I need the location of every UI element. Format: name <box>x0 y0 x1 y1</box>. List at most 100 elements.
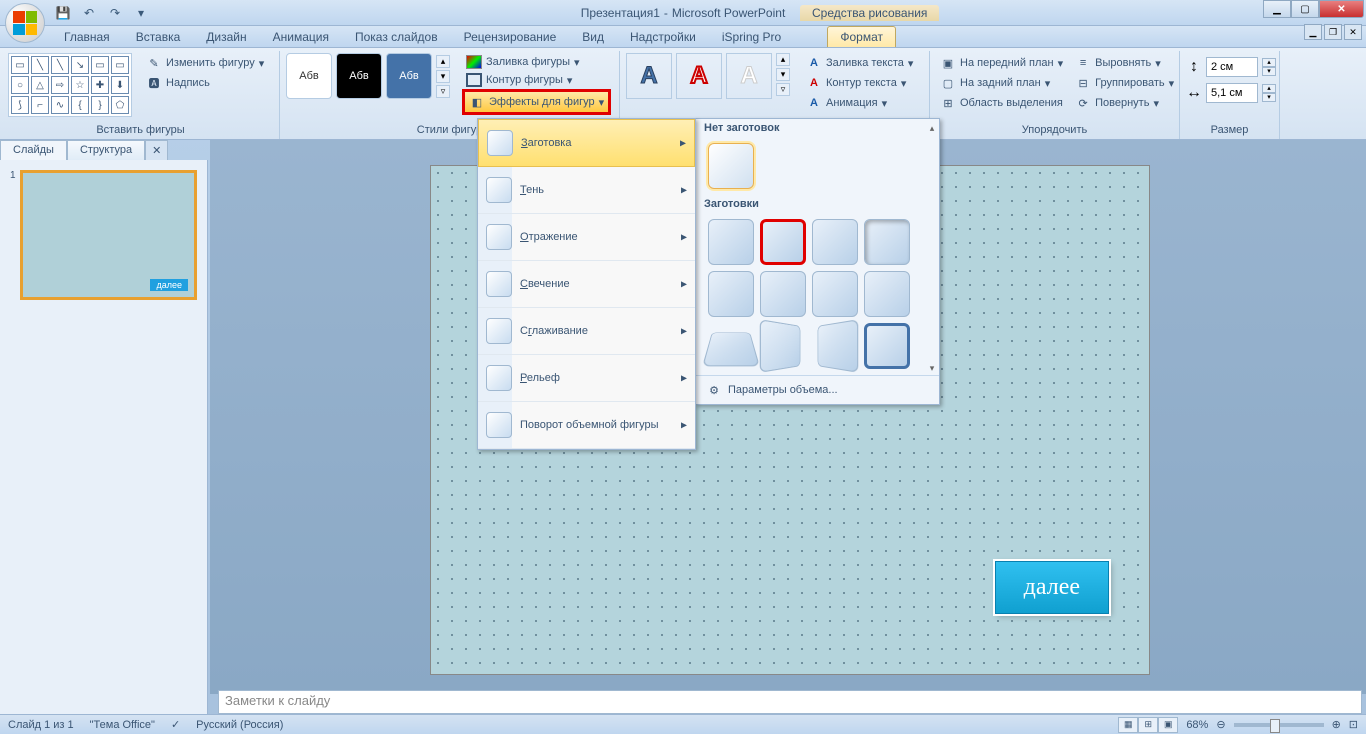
text-effects-button[interactable]: AАнимация ▾ <box>802 93 917 113</box>
preset-9[interactable] <box>702 332 760 366</box>
send-back-button[interactable]: ▢На задний план ▾ <box>936 73 1067 93</box>
shape-callout-icon[interactable]: ⬠ <box>111 96 129 114</box>
shape-style-gallery[interactable]: Абв Абв Абв ▴▾▿ <box>286 53 450 99</box>
shape-oval-icon[interactable]: ○ <box>11 76 29 94</box>
tab-slides[interactable]: Слайды <box>0 140 67 161</box>
tab-home[interactable]: Главная <box>52 27 122 47</box>
spin-up-icon[interactable]: ▴ <box>1262 58 1276 67</box>
shape-curve-icon[interactable]: ⟆ <box>11 96 29 114</box>
zoom-in-button[interactable]: ⊕ <box>1332 718 1341 731</box>
zoom-out-button[interactable]: ⊖ <box>1216 718 1225 731</box>
style-preset-1[interactable]: Абв <box>286 53 332 99</box>
shape-outline-button[interactable]: Контур фигуры ▾ <box>462 71 611 89</box>
preset-6[interactable] <box>760 271 806 317</box>
style-preset-3[interactable]: Абв <box>386 53 432 99</box>
width-input[interactable] <box>1206 83 1258 103</box>
close-button[interactable] <box>1319 0 1364 18</box>
preset-8[interactable] <box>864 271 910 317</box>
text-outline-button[interactable]: AКонтур текста ▾ <box>802 73 917 93</box>
shape-star-icon[interactable]: ☆ <box>71 76 89 94</box>
wordart-1[interactable]: А <box>626 53 672 99</box>
shape-brace-icon[interactable]: { <box>71 96 89 114</box>
undo-icon[interactable]: ↶ <box>81 5 97 21</box>
slide-thumbnail[interactable]: 1 далее <box>10 170 197 300</box>
tab-animation[interactable]: Анимация <box>261 27 341 47</box>
bring-front-button[interactable]: ▣На передний план ▾ <box>936 53 1067 73</box>
shapes-gallery[interactable]: ▭ ╲ ╲ ↘ ▭ ▭ ○ △ ⇨ ☆ ✚ ⬇ ⟆ ⌐ ∿ { } ⬠ <box>8 53 132 117</box>
shape-fill-button[interactable]: Заливка фигуры ▾ <box>462 53 611 71</box>
menu-glow[interactable]: Свечение▶ <box>478 261 695 308</box>
panel-close-button[interactable]: ✕ <box>145 140 168 161</box>
normal-view-button[interactable]: ▦ <box>1118 717 1138 733</box>
gallery-more-icon[interactable]: ▿ <box>436 85 450 98</box>
shape-tri-icon[interactable]: △ <box>31 76 49 94</box>
text-box-button[interactable]: 🅰Надпись <box>142 73 268 93</box>
tab-addons[interactable]: Надстройки <box>618 27 708 47</box>
preset-2[interactable] <box>760 219 806 265</box>
slideshow-view-button[interactable]: ▣ <box>1158 717 1178 733</box>
tab-insert[interactable]: Вставка <box>124 27 193 47</box>
notes-area[interactable]: Заметки к слайду <box>218 690 1362 714</box>
menu-3drotation[interactable]: Поворот объемной фигуры▶ <box>478 402 695 449</box>
thumb-image[interactable]: далее <box>20 170 197 300</box>
wordart-2[interactable]: А <box>676 53 722 99</box>
doc-minimize-button[interactable]: ▁ <box>1304 24 1322 40</box>
menu-reflection[interactable]: Отражение▶ <box>478 214 695 261</box>
menu-softedge[interactable]: Сглаживание▶ <box>478 308 695 355</box>
tab-slideshow[interactable]: Показ слайдов <box>343 27 450 47</box>
shape-line2-icon[interactable]: ╲ <box>51 56 69 74</box>
redo-icon[interactable]: ↷ <box>107 5 123 21</box>
tab-design[interactable]: Дизайн <box>194 27 258 47</box>
maximize-button[interactable]: ▢ <box>1291 0 1319 18</box>
shape-brace2-icon[interactable]: } <box>91 96 109 114</box>
group-button[interactable]: ⊟Группировать ▾ <box>1071 73 1178 93</box>
doc-restore-button[interactable]: ❐ <box>1324 24 1342 40</box>
scroll-down-icon[interactable]: ▾ <box>930 363 935 374</box>
save-icon[interactable]: 💾 <box>55 5 71 21</box>
preset-7[interactable] <box>812 271 858 317</box>
next-button-shape[interactable]: далее <box>995 561 1109 614</box>
shape-curve2-icon[interactable]: ∿ <box>51 96 69 114</box>
tab-ispring[interactable]: iSpring Pro <box>710 27 793 47</box>
preset-10[interactable] <box>760 319 801 373</box>
text-fill-button[interactable]: AЗаливка текста ▾ <box>802 53 917 73</box>
status-language[interactable]: Русский (Россия) <box>196 719 283 731</box>
office-button[interactable] <box>5 3 45 43</box>
tab-review[interactable]: Рецензирование <box>452 27 569 47</box>
shape-connector-icon[interactable]: ⌐ <box>31 96 49 114</box>
wordart-gallery[interactable]: А А А ▴▾▿ <box>626 53 790 99</box>
preset-1[interactable] <box>708 219 754 265</box>
shape-arrow2-icon[interactable]: ⇨ <box>51 76 69 94</box>
preset-none[interactable] <box>708 143 754 189</box>
preset-params-button[interactable]: ⚙Параметры объема... <box>696 375 939 404</box>
spin-up-icon[interactable]: ▴ <box>1262 84 1276 93</box>
preset-11[interactable] <box>818 319 859 373</box>
sorter-view-button[interactable]: ⊞ <box>1138 717 1158 733</box>
preset-12[interactable] <box>864 323 910 369</box>
shape-arrow-icon[interactable]: ↘ <box>71 56 89 74</box>
rotate-button[interactable]: ⟳Повернуть ▾ <box>1071 93 1178 113</box>
selection-pane-button[interactable]: ⊞Область выделения <box>936 93 1067 113</box>
minimize-button[interactable]: ▁ <box>1263 0 1291 18</box>
scroll-up-icon[interactable]: ▴ <box>930 123 935 134</box>
wordart-3[interactable]: А <box>726 53 772 99</box>
gallery-up-icon[interactable]: ▴ <box>436 55 450 68</box>
height-input[interactable] <box>1206 57 1258 77</box>
preset-5[interactable] <box>708 271 754 317</box>
style-preset-2[interactable]: Абв <box>336 53 382 99</box>
fit-button[interactable]: ⊡ <box>1349 718 1358 731</box>
doc-close-button[interactable]: ✕ <box>1344 24 1362 40</box>
tab-outline[interactable]: Структура <box>67 140 145 161</box>
menu-bevel[interactable]: Рельеф▶ <box>478 355 695 402</box>
spin-down-icon[interactable]: ▾ <box>1262 67 1276 76</box>
preset-3[interactable] <box>812 219 858 265</box>
preset-4[interactable] <box>864 219 910 265</box>
menu-shadow[interactable]: Тень▶ <box>478 167 695 214</box>
edit-shape-button[interactable]: ✎Изменить фигуру ▾ <box>142 53 268 73</box>
align-button[interactable]: ≡Выровнять ▾ <box>1071 53 1178 73</box>
shape-cross-icon[interactable]: ✚ <box>91 76 109 94</box>
qat-dropdown-icon[interactable]: ▾ <box>133 5 149 21</box>
shape-arrow3-icon[interactable]: ⬇ <box>111 76 129 94</box>
zoom-level[interactable]: 68% <box>1186 719 1208 731</box>
spin-down-icon[interactable]: ▾ <box>1262 93 1276 102</box>
